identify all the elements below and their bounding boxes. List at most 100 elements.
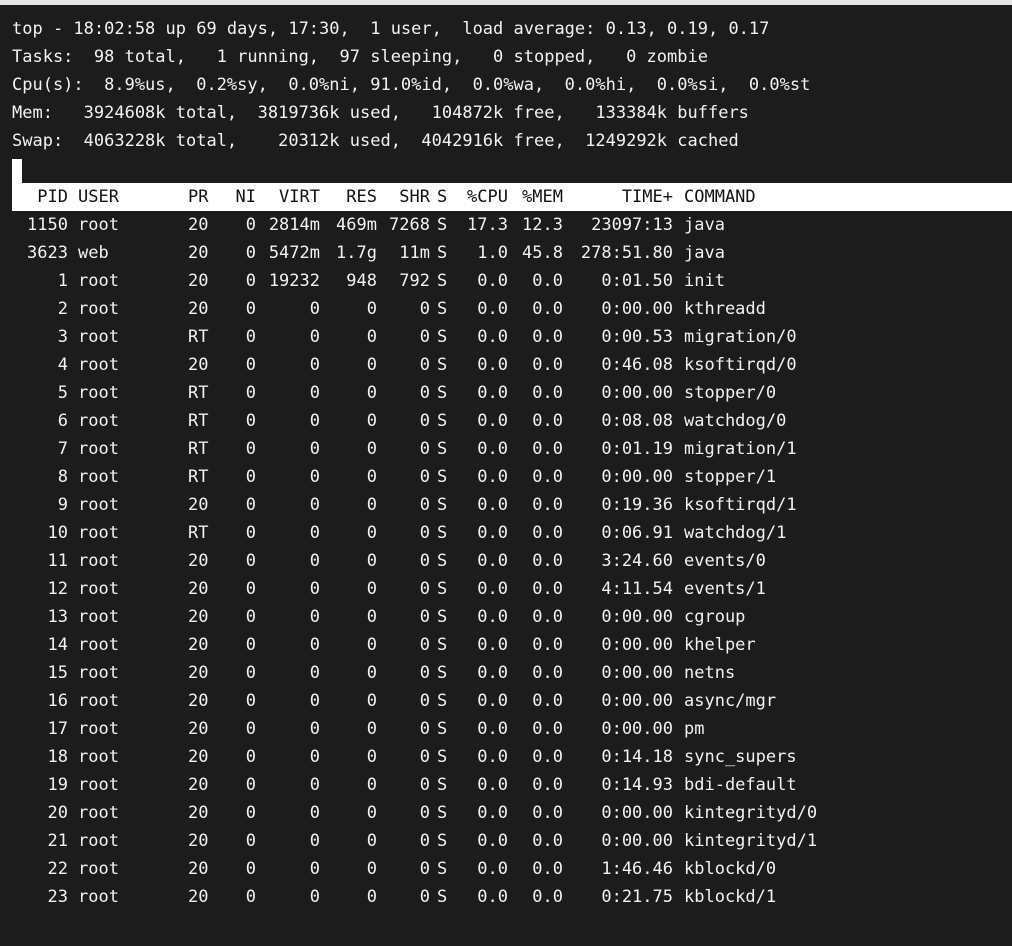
- table-row: 11 root 20 0 0 0 0 S 0.0 0.0 3:24.60 events/0: [12, 547, 1012, 575]
- process-shr: 0: [419, 523, 430, 543]
- process-shr: 0: [419, 747, 430, 767]
- process-state: S: [437, 719, 448, 739]
- process-virt: 0: [309, 355, 320, 375]
- process-res: 0: [366, 355, 377, 375]
- process-mem: 0.0: [532, 607, 563, 627]
- process-mem: 0.0: [532, 383, 563, 403]
- process-virt: 0: [309, 859, 320, 879]
- process-virt: 0: [309, 327, 320, 347]
- process-res: 0: [366, 775, 377, 795]
- process-res: 0: [366, 607, 377, 627]
- process-res: 0: [366, 635, 377, 655]
- process-priority: RT: [188, 411, 209, 431]
- process-time: 0:00.00: [601, 803, 673, 823]
- process-res: 0: [366, 523, 377, 543]
- process-res: 0: [366, 859, 377, 879]
- process-cpu: 0.0: [477, 439, 508, 459]
- process-cpu: 0.0: [477, 635, 508, 655]
- process-time: 0:00.00: [601, 663, 673, 683]
- process-time: 278:51.80: [580, 243, 673, 263]
- process-res: 0: [366, 691, 377, 711]
- process-pid: 8: [57, 467, 68, 487]
- process-virt: 5472m: [268, 243, 320, 263]
- process-priority: 20: [188, 803, 209, 823]
- process-mem: 12.3: [522, 215, 563, 235]
- summary-cpu-line: Cpu(s): 8.9%us, 0.2%sy, 0.0%ni, 91.0%id,…: [12, 75, 811, 95]
- process-user: root: [78, 579, 119, 599]
- process-cpu: 0.0: [477, 663, 508, 683]
- process-res: 0: [366, 495, 377, 515]
- process-mem: 45.8: [522, 243, 563, 263]
- process-nice: 0: [245, 551, 256, 571]
- process-command: cgroup: [684, 607, 746, 627]
- process-cpu: 0.0: [477, 411, 508, 431]
- process-time: 0:00.00: [601, 691, 673, 711]
- process-shr: 0: [419, 551, 430, 571]
- table-row: 14 root 20 0 0 0 0 S 0.0 0.0 0:00.00 khelper: [12, 631, 1012, 659]
- process-shr: 0: [419, 607, 430, 627]
- process-virt: 0: [309, 831, 320, 851]
- header-ni: NI: [235, 187, 256, 207]
- process-mem: 0.0: [532, 355, 563, 375]
- table-row: 17 root 20 0 0 0 0 S 0.0 0.0 0:00.00 pm: [12, 715, 1012, 743]
- process-cpu: 0.0: [477, 271, 508, 291]
- process-pid: 15: [47, 663, 68, 683]
- process-nice: 0: [245, 523, 256, 543]
- table-row: 16 root 20 0 0 0 0 S 0.0 0.0 0:00.00 async/mgr: [12, 687, 1012, 715]
- process-mem: 0.0: [532, 775, 563, 795]
- process-shr: 0: [419, 467, 430, 487]
- process-priority: RT: [188, 467, 209, 487]
- process-mem: 0.0: [532, 467, 563, 487]
- process-priority: 20: [188, 355, 209, 375]
- process-priority: 20: [188, 243, 209, 263]
- process-cpu: 0.0: [477, 467, 508, 487]
- process-shr: 0: [419, 663, 430, 683]
- process-user: root: [78, 271, 119, 291]
- summary-uptime-line: top - 18:02:58 up 69 days, 17:30, 1 user…: [12, 19, 770, 39]
- process-res: 0: [366, 439, 377, 459]
- process-nice: 0: [245, 607, 256, 627]
- process-priority: 20: [188, 887, 209, 907]
- process-mem: 0.0: [532, 691, 563, 711]
- process-res: 0: [366, 831, 377, 851]
- process-pid: 19: [47, 775, 68, 795]
- process-virt: 0: [309, 439, 320, 459]
- process-time: 0:08.08: [601, 411, 673, 431]
- process-priority: RT: [188, 439, 209, 459]
- process-shr: 0: [419, 495, 430, 515]
- process-nice: 0: [245, 663, 256, 683]
- process-cpu: 0.0: [477, 775, 508, 795]
- process-shr: 0: [419, 411, 430, 431]
- process-shr: 0: [419, 803, 430, 823]
- process-state: S: [437, 831, 448, 851]
- process-pid: 9: [57, 495, 68, 515]
- header-mem: %MEM: [522, 187, 563, 207]
- header-cpu: %CPU: [467, 187, 508, 207]
- terminal-window[interactable]: top - 18:02:58 up 69 days, 17:30, 1 user…: [0, 5, 1012, 946]
- process-virt: 0: [309, 635, 320, 655]
- process-command: ksoftirqd/1: [684, 495, 797, 515]
- table-row: 23 root 20 0 0 0 0 S 0.0 0.0 0:21.75 kblockd/1: [12, 883, 1012, 911]
- process-nice: 0: [245, 243, 256, 263]
- process-shr: 0: [419, 887, 430, 907]
- process-time: 23097:13: [591, 215, 673, 235]
- process-res: 0: [366, 579, 377, 599]
- header-res: RES: [346, 187, 377, 207]
- process-nice: 0: [245, 467, 256, 487]
- process-state: S: [437, 691, 448, 711]
- process-shr: 0: [419, 439, 430, 459]
- process-virt: 0: [309, 523, 320, 543]
- process-res: 0: [366, 551, 377, 571]
- process-user: root: [78, 719, 119, 739]
- process-command: sync_supers: [684, 747, 797, 767]
- table-row: 3 root RT 0 0 0 0 S 0.0 0.0 0:00.53 migration/0: [12, 323, 1012, 351]
- process-pid: 14: [47, 635, 68, 655]
- process-cpu: 0.0: [477, 831, 508, 851]
- table-row: 4 root 20 0 0 0 0 S 0.0 0.0 0:46.08 ksoftirqd/0: [12, 351, 1012, 379]
- process-res: 0: [366, 327, 377, 347]
- process-pid: 4: [57, 355, 68, 375]
- process-user: web: [78, 243, 109, 263]
- process-nice: 0: [245, 439, 256, 459]
- process-pid: 16: [47, 691, 68, 711]
- process-time: 0:06.91: [601, 523, 673, 543]
